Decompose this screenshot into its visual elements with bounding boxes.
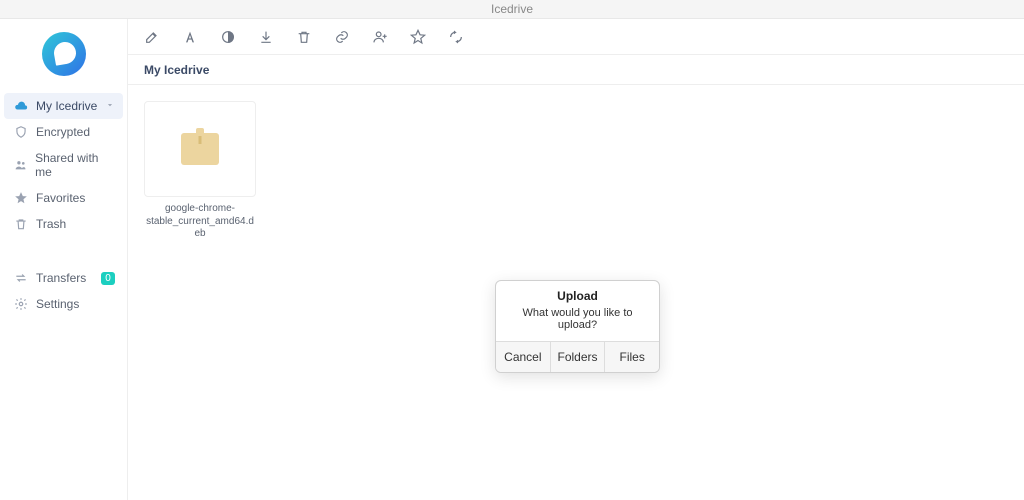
sidebar-item-shared[interactable]: Shared with me — [4, 145, 123, 185]
logo-wrap — [0, 19, 127, 89]
download-icon[interactable] — [258, 29, 274, 45]
dialog-title: Upload — [496, 281, 659, 305]
sidebar-item-label: Settings — [36, 297, 79, 311]
favorite-icon[interactable] — [410, 29, 426, 45]
sidebar-item-label: My Icedrive — [36, 99, 97, 113]
toolbar — [128, 19, 1024, 55]
sidebar: My Icedrive Encrypted Shared with me — [0, 19, 128, 500]
file-thumbnail — [144, 101, 256, 197]
file-name: google-chrome-stable_current_amd64.deb — [144, 203, 256, 241]
sidebar-item-my-icedrive[interactable]: My Icedrive — [4, 93, 123, 119]
files-button[interactable]: Files — [604, 342, 659, 372]
sidebar-item-label: Encrypted — [36, 125, 90, 139]
color-icon[interactable] — [220, 29, 236, 45]
sidebar-item-encrypted[interactable]: Encrypted — [4, 119, 123, 145]
sidebar-item-favorites[interactable]: Favorites — [4, 185, 123, 211]
nav-primary: My Icedrive Encrypted Shared with me — [0, 89, 127, 241]
link-icon[interactable] — [334, 29, 350, 45]
nav-secondary: Transfers 0 Settings — [0, 261, 127, 321]
dialog-buttons: Cancel Folders Files — [496, 341, 659, 372]
people-icon — [14, 158, 27, 172]
sidebar-item-label: Favorites — [36, 191, 85, 205]
shield-icon — [14, 125, 28, 139]
sidebar-item-trash[interactable]: Trash — [4, 211, 123, 237]
add-user-icon[interactable] — [372, 29, 388, 45]
folders-button[interactable]: Folders — [550, 342, 605, 372]
chevron-down-icon — [105, 99, 115, 113]
window-title: Icedrive — [491, 2, 533, 16]
edit-icon[interactable] — [144, 29, 160, 45]
transfers-badge: 0 — [101, 272, 115, 285]
main: My Icedrive google-chrome-stable_current… — [128, 19, 1024, 500]
share-icon[interactable] — [448, 29, 464, 45]
sidebar-item-label: Trash — [36, 217, 66, 231]
breadcrumb[interactable]: My Icedrive — [128, 55, 1024, 85]
sidebar-item-transfers[interactable]: Transfers 0 — [4, 265, 123, 291]
app-logo[interactable] — [42, 32, 86, 76]
gear-icon — [14, 297, 28, 311]
breadcrumb-label: My Icedrive — [144, 63, 209, 77]
window-titlebar: Icedrive — [0, 0, 1024, 19]
sidebar-item-settings[interactable]: Settings — [4, 291, 123, 317]
text-icon[interactable] — [182, 29, 198, 45]
star-icon — [14, 191, 28, 205]
sidebar-item-label: Shared with me — [35, 151, 113, 179]
upload-dialog: Upload What would you like to upload? Ca… — [495, 280, 660, 373]
cancel-button[interactable]: Cancel — [496, 342, 550, 372]
sidebar-item-label: Transfers — [36, 271, 86, 285]
trash-icon — [14, 217, 28, 231]
file-item[interactable]: google-chrome-stable_current_amd64.deb — [144, 101, 256, 241]
transfers-icon — [14, 271, 28, 285]
delete-icon[interactable] — [296, 29, 312, 45]
cloud-icon — [14, 99, 28, 113]
dialog-message: What would you like to upload? — [496, 305, 659, 341]
package-icon — [181, 133, 219, 165]
